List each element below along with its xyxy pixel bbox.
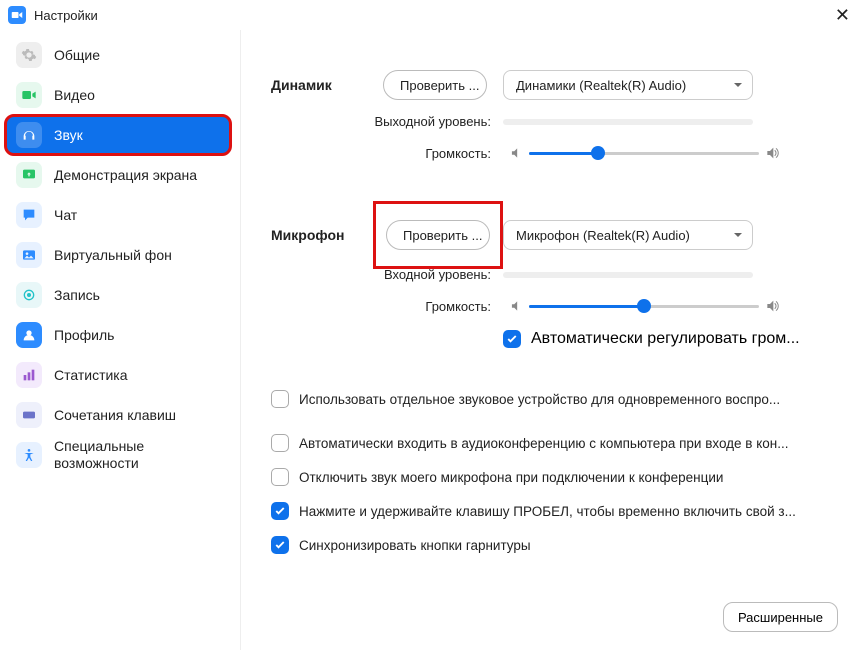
stats-icon	[16, 362, 42, 388]
sidebar-item-shortcuts[interactable]: Сочетания клавиш	[6, 396, 230, 434]
sidebar-item-label: Общие	[54, 47, 100, 63]
sidebar-item-label: Запись	[54, 287, 100, 303]
sidebar-item-label: Видео	[54, 87, 95, 103]
sidebar-item-audio[interactable]: Звук	[6, 116, 230, 154]
sidebar-item-profile[interactable]: Профиль	[6, 316, 230, 354]
video-icon	[16, 82, 42, 108]
profile-icon	[16, 322, 42, 348]
sidebar-item-label: Специальные возможности	[54, 438, 220, 472]
sidebar-item-label: Статистика	[54, 367, 128, 383]
sidebar-item-virtual-bg[interactable]: Виртуальный фон	[6, 236, 230, 274]
sidebar-item-label: Профиль	[54, 327, 114, 343]
sidebar-item-recording[interactable]: Запись	[6, 276, 230, 314]
input-level-meter	[503, 272, 753, 278]
speaker-volume-slider[interactable]	[529, 143, 759, 163]
auto-join-audio-label: Автоматически входить в аудиоконференцию…	[299, 436, 832, 451]
mute-on-join-label: Отключить звук моего микрофона при подкл…	[299, 470, 832, 485]
speaker-device-select[interactable]: Динамики (Realtek(R) Audio)	[503, 70, 753, 100]
sidebar-item-label: Чат	[54, 207, 77, 223]
chat-icon	[16, 202, 42, 228]
push-to-talk-label: Нажмите и удерживайте клавишу ПРОБЕЛ, чт…	[299, 504, 832, 519]
mic-volume-label: Громкость:	[271, 299, 503, 314]
sidebar-item-statistics[interactable]: Статистика	[6, 356, 230, 394]
virtual-bg-icon	[16, 242, 42, 268]
volume-low-icon	[507, 144, 525, 162]
content-panel: Динамик Проверить ... Динамики (Realtek(…	[240, 30, 862, 650]
advanced-button[interactable]: Расширенные	[723, 602, 838, 632]
auto-adjust-label: Автоматически регулировать гром...	[531, 330, 832, 348]
mute-on-join-checkbox[interactable]	[271, 468, 289, 486]
auto-join-audio-checkbox[interactable]	[271, 434, 289, 452]
output-level-meter	[503, 119, 753, 125]
volume-high-icon	[763, 297, 781, 315]
headphones-icon	[16, 122, 42, 148]
auto-adjust-checkbox[interactable]	[503, 330, 521, 348]
sidebar-item-share-screen[interactable]: Демонстрация экрана	[6, 156, 230, 194]
sidebar-item-chat[interactable]: Чат	[6, 196, 230, 234]
separate-device-checkbox[interactable]	[271, 390, 289, 408]
mic-device-select[interactable]: Микрофон (Realtek(R) Audio)	[503, 220, 753, 250]
sidebar: Общие Видео Звук Демонстрация экрана Чат	[0, 30, 240, 650]
volume-high-icon	[763, 144, 781, 162]
separate-device-label: Использовать отдельное звуковое устройст…	[299, 392, 832, 407]
volume-low-icon	[507, 297, 525, 315]
sidebar-item-general[interactable]: Общие	[6, 36, 230, 74]
sidebar-item-label: Звук	[54, 127, 83, 143]
keyboard-icon	[16, 402, 42, 428]
window-title: Настройки	[34, 8, 98, 23]
gear-icon	[16, 42, 42, 68]
input-level-label: Входной уровень:	[271, 267, 503, 282]
close-button[interactable]: ✕	[831, 5, 854, 26]
sidebar-item-video[interactable]: Видео	[6, 76, 230, 114]
sync-headset-label: Синхронизировать кнопки гарнитуры	[299, 538, 832, 553]
sidebar-item-label: Демонстрация экрана	[54, 167, 197, 183]
mic-device-value: Микрофон (Realtek(R) Audio)	[516, 228, 690, 243]
push-to-talk-checkbox[interactable]	[271, 502, 289, 520]
mic-section-label: Микрофон	[271, 227, 383, 243]
sync-headset-checkbox[interactable]	[271, 536, 289, 554]
accessibility-icon	[16, 442, 42, 468]
app-icon	[8, 6, 26, 24]
test-speaker-button[interactable]: Проверить ...	[383, 70, 487, 100]
mic-volume-slider[interactable]	[529, 296, 759, 316]
speaker-section-label: Динамик	[271, 77, 383, 93]
speaker-volume-label: Громкость:	[271, 146, 503, 161]
speaker-device-value: Динамики (Realtek(R) Audio)	[516, 78, 686, 93]
sidebar-item-label: Сочетания клавиш	[54, 407, 176, 423]
sidebar-item-label: Виртуальный фон	[54, 247, 172, 263]
test-mic-button[interactable]: Проверить ...	[386, 220, 490, 250]
sidebar-item-accessibility[interactable]: Специальные возможности	[6, 436, 230, 474]
share-screen-icon	[16, 162, 42, 188]
record-icon	[16, 282, 42, 308]
output-level-label: Выходной уровень:	[271, 114, 503, 129]
